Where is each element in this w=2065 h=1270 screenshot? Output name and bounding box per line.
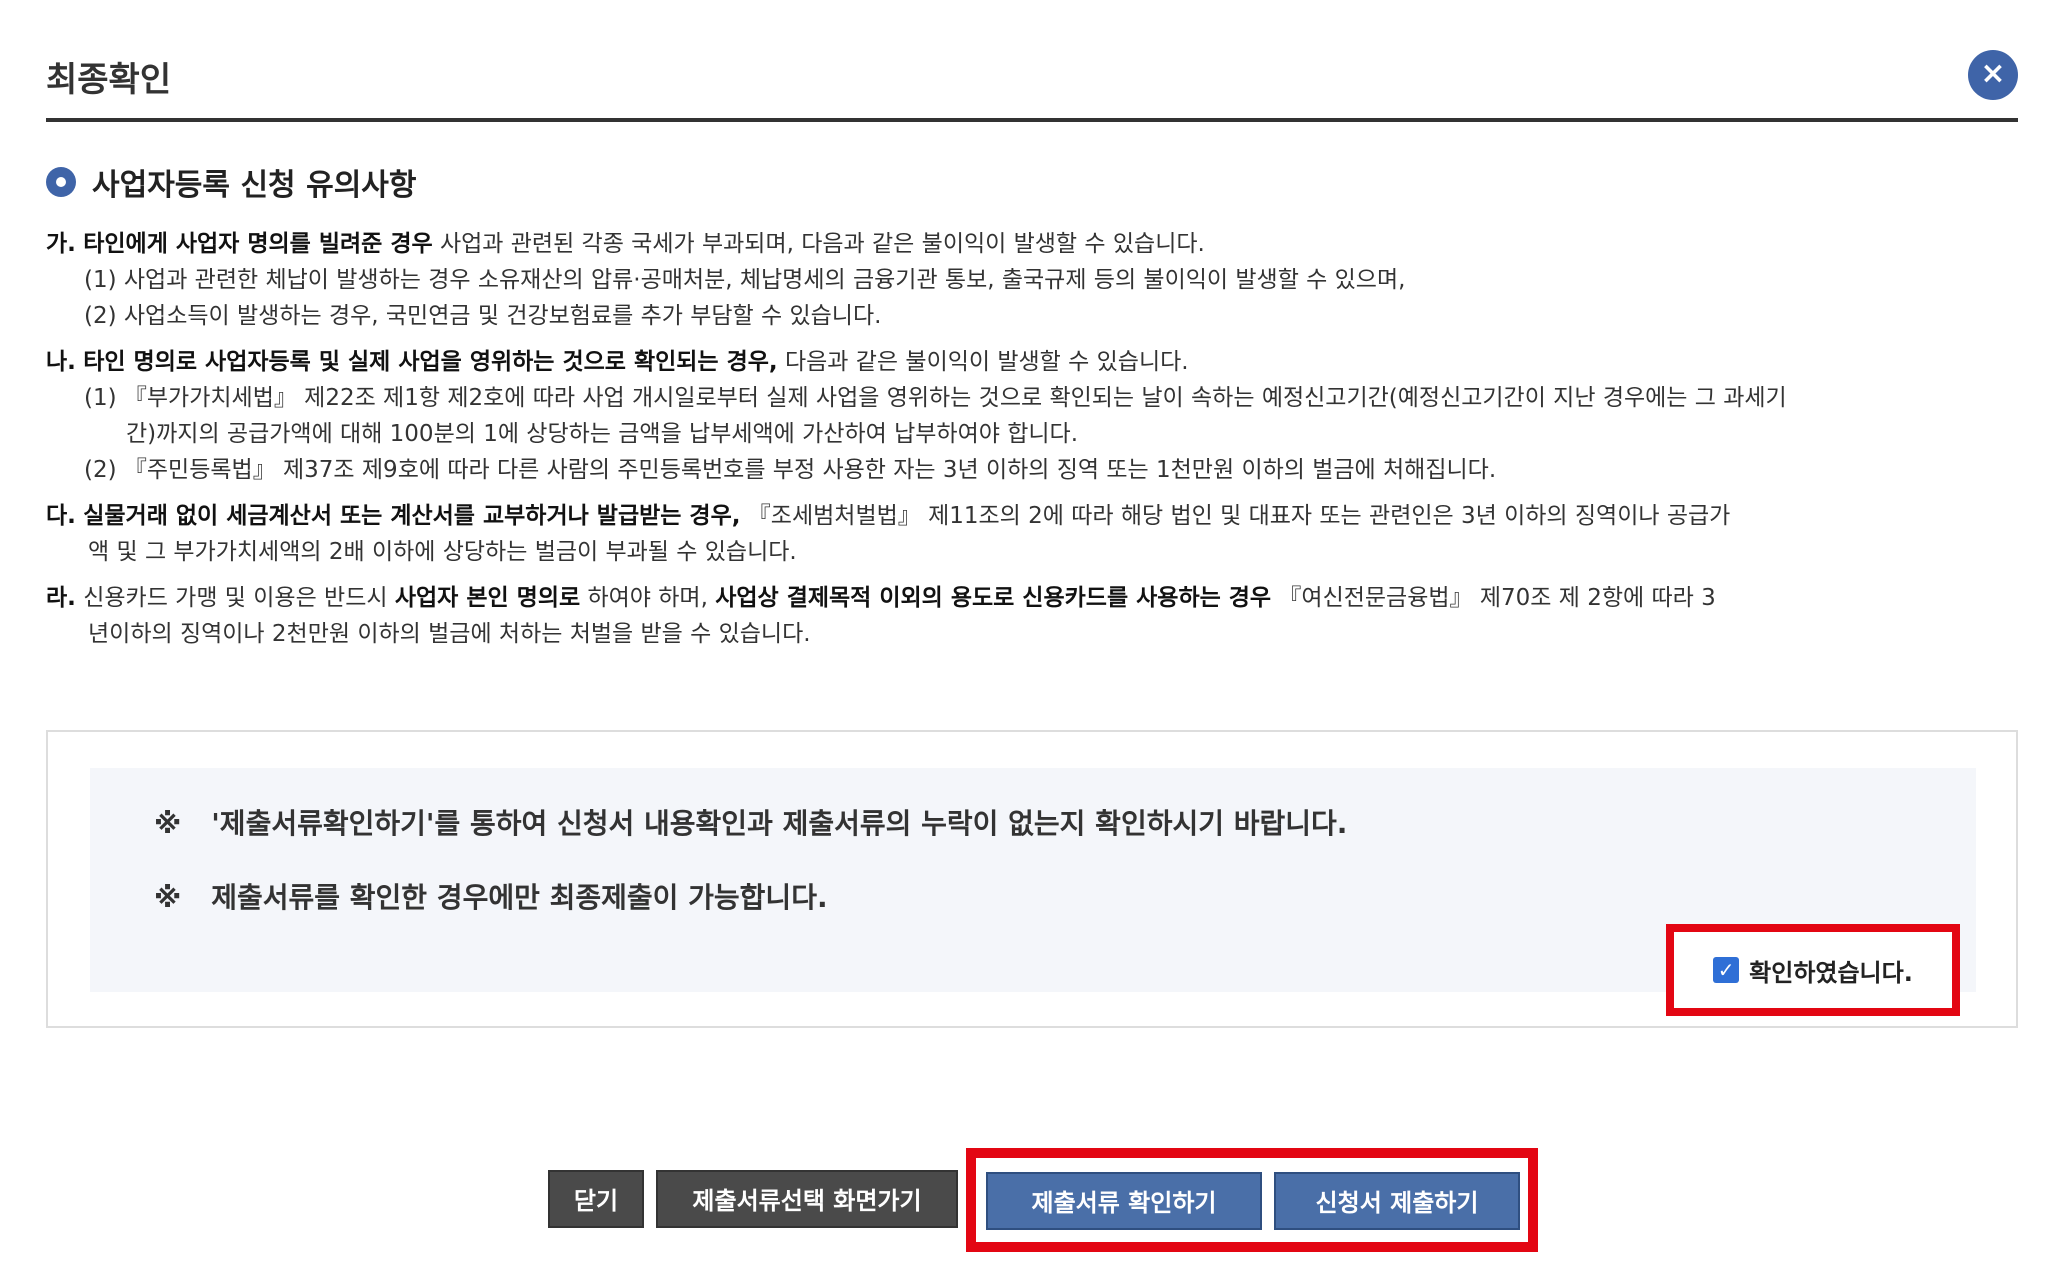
notice-ra-text2: 하여야 하며, — [580, 585, 716, 611]
confirm-line-2: ※ 제출서류를 확인한 경우에만 최종제출이 가능합니다. — [154, 876, 828, 916]
reference-mark: ※ — [154, 881, 182, 914]
notice-na-text: 다음과 같은 불이익이 발생할 수 있습니다. — [777, 349, 1189, 375]
confirm-line-1-text: '제출서류확인하기'를 통하여 신청서 내용확인과 제출서류의 누락이 없는지 … — [211, 807, 1348, 840]
section-heading-text: 사업자등록 신청 유의사항 — [92, 168, 417, 203]
notice-ga: 가. 타인에게 사업자 명의를 빌려준 경우 사업과 관련된 각종 국세가 부과… — [46, 226, 2018, 334]
notice-na-sub1-cont: 간)까지의 공급가액에 대해 100분의 1에 상당하는 금액을 납부세액에 가… — [126, 421, 1079, 447]
bullet-icon — [46, 167, 76, 197]
confirm-checkbox-label[interactable]: 확인하였습니다. — [1749, 953, 1913, 988]
notice-na-prefix: 나. — [46, 349, 76, 375]
notice-ra-text1: 신용카드 가맹 및 이용은 반드시 — [75, 585, 395, 611]
notice-ga-bold: 타인에게 사업자 명의를 빌려준 경우 — [83, 231, 433, 257]
notice-da-cont: 액 및 그 부가가치세액의 2배 이하에 상당하는 벌금이 부과될 수 있습니다… — [88, 539, 797, 565]
notice-da-prefix: 다. — [46, 503, 76, 529]
go-select-docs-button[interactable]: 제출서류선택 화면가기 — [656, 1170, 958, 1228]
dialog-title: 최종확인 — [46, 60, 172, 100]
notice-da: 다. 실물거래 없이 세금계산서 또는 계산서를 교부하거나 발급받는 경우, … — [46, 498, 2018, 570]
buttons-highlight — [966, 1148, 1538, 1252]
confirm-checkbox-highlight[interactable]: ✓ 확인하였습니다. — [1666, 924, 1960, 1016]
notice-ga-sub2: (2) 사업소득이 발생하는 경우, 국민연금 및 건강보험료를 추가 부담할 … — [84, 303, 882, 329]
close-button[interactable]: 닫기 — [548, 1170, 644, 1228]
notice-da-bold: 실물거래 없이 세금계산서 또는 계산서를 교부하거나 발급받는 경우, — [83, 503, 741, 529]
confirm-line-1: ※ '제출서류확인하기'를 통하여 신청서 내용확인과 제출서류의 누락이 없는지… — [154, 802, 1347, 842]
confirm-line-2-text: 제출서류를 확인한 경우에만 최종제출이 가능합니다. — [211, 881, 828, 914]
notice-ra-bold2: 사업상 결제목적 이외의 용도로 신용카드를 사용하는 경우 — [715, 585, 1272, 611]
section-heading: 사업자등록 신청 유의사항 — [46, 160, 417, 204]
notice-ra-prefix: 라. — [46, 585, 76, 611]
notice-na-bold: 타인 명의로 사업자등록 및 실제 사업을 영위하는 것으로 확인되는 경우, — [83, 349, 778, 375]
notice-list: 가. 타인에게 사업자 명의를 빌려준 경우 사업과 관련된 각종 국세가 부과… — [46, 226, 2018, 662]
close-icon[interactable]: × — [1968, 50, 2018, 100]
notice-ga-sub1: (1) 사업과 관련한 체납이 발생하는 경우 소유재산의 압류·공매처분, 체… — [84, 267, 1406, 293]
notice-na: 나. 타인 명의로 사업자등록 및 실제 사업을 영위하는 것으로 확인되는 경… — [46, 344, 2018, 488]
notice-ga-text: 사업과 관련된 각종 국세가 부과되며, 다음과 같은 불이익이 발생할 수 있… — [432, 231, 1205, 257]
notice-ra: 라. 신용카드 가맹 및 이용은 반드시 사업자 본인 명의로 하여야 하며, … — [46, 580, 2018, 652]
confirm-checkbox[interactable]: ✓ — [1713, 957, 1740, 983]
notice-na-sub1: (1) 『부가가치세법』 제22조 제1항 제2호에 따라 사업 개시일로부터 … — [84, 385, 1787, 411]
reference-mark: ※ — [154, 807, 182, 840]
notice-da-text: 『조세범처벌법』 제11조의 2에 따라 해당 법인 및 대표자 또는 관련인은… — [740, 503, 1731, 529]
notice-na-sub2: (2) 『주민등록법』 제37조 제9호에 따라 다른 사람의 주민등록번호를 … — [84, 457, 1497, 483]
title-divider — [46, 118, 2018, 122]
notice-ra-cont: 년이하의 징역이나 2천만원 이하의 벌금에 처하는 처벌을 받을 수 있습니다… — [88, 621, 811, 647]
notice-ra-text3: 『여신전문금융법』 제70조 제 2항에 따라 3 — [1271, 585, 1716, 611]
notice-ga-prefix: 가. — [46, 231, 76, 257]
notice-ra-bold1: 사업자 본인 명의로 — [394, 585, 581, 611]
